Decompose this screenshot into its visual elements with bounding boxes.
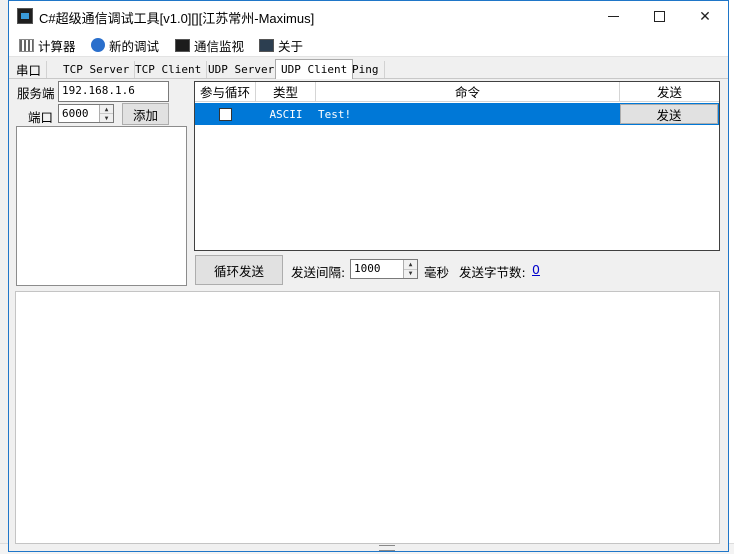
loop-send-button[interactable]: 循环发送 (195, 255, 283, 285)
close-icon: ✕ (699, 8, 711, 25)
minimize-icon (607, 16, 619, 17)
close-button[interactable]: ✕ (682, 1, 728, 32)
port-spin-buttons[interactable]: ▲ ▼ (99, 105, 113, 122)
loop-cell (195, 103, 256, 125)
tab-bar: 串口 TCP Server TCP Client UDP Server UDP … (9, 59, 728, 79)
menu-item-label: 计算器 (38, 38, 76, 54)
tab-tcp-client[interactable]: TCP Client (130, 61, 208, 78)
port-value: 6000 (62, 107, 89, 120)
menu-item-calculator[interactable]: 计算器 (19, 36, 76, 54)
interval-spin-buttons[interactable]: ▲ ▼ (403, 260, 417, 278)
port-label: 端口 (28, 110, 54, 125)
bytes-sent-value[interactable]: 0 (532, 262, 540, 277)
tab-udp-client[interactable]: UDP Client (275, 59, 354, 79)
menu-item-label: 通信监视 (194, 38, 245, 54)
server-address-input[interactable]: 192.168.1.6 (58, 81, 169, 102)
app-window: C#超级通信调试工具[v1.0][][江苏常州-Maximus] ✕ 计算器 新… (8, 0, 729, 552)
spin-down-icon[interactable]: ▼ (100, 113, 113, 122)
menu-bar: 计算器 新的调试 通信监视 关于 (9, 32, 728, 57)
column-header-send[interactable]: 发送 (620, 82, 719, 102)
tab-tcp-server[interactable]: TCP Server (58, 61, 136, 78)
interval-unit-label: 毫秒 (424, 265, 450, 280)
tab-serial[interactable]: 串口 (11, 61, 48, 78)
minimize-button[interactable] (590, 1, 636, 32)
column-header-type[interactable]: 类型 (256, 82, 316, 102)
app-icon (17, 8, 33, 24)
log-output-area[interactable] (15, 291, 720, 544)
column-header-command[interactable]: 命令 (316, 82, 620, 102)
menu-item-label: 关于 (278, 38, 304, 54)
menu-item-new-debug[interactable]: 新的调试 (91, 36, 159, 54)
info-icon (259, 38, 274, 52)
interval-label: 发送间隔: (291, 265, 346, 280)
bytes-sent-label: 发送字节数: (459, 265, 526, 280)
add-button[interactable]: 添加 (122, 103, 169, 125)
maximize-button[interactable] (636, 1, 682, 32)
column-header-loop[interactable]: 参与循环 (195, 82, 256, 102)
spin-up-icon[interactable]: ▲ (404, 260, 417, 269)
tab-ping[interactable]: Ping (347, 61, 385, 78)
monitor-icon (175, 38, 190, 52)
server-list[interactable] (16, 126, 187, 286)
tab-udp-server[interactable]: UDP Server (203, 61, 281, 78)
spin-down-icon[interactable]: ▼ (404, 268, 417, 279)
command-grid[interactable]: 参与循环 类型 命令 发送 ASCII Test! 发送 (194, 81, 720, 251)
menu-item-about[interactable]: 关于 (259, 36, 303, 54)
port-stepper[interactable]: 6000 ▲ ▼ (58, 104, 114, 123)
maximize-icon (653, 11, 665, 22)
ie-icon (91, 38, 105, 52)
server-label: 服务端 (17, 86, 55, 101)
spin-up-icon[interactable]: ▲ (100, 105, 113, 113)
window-title: C#超级通信调试工具[v1.0][][江苏常州-Maximus] (39, 11, 315, 26)
type-cell[interactable]: ASCII (256, 103, 316, 125)
menu-item-label: 新的调试 (109, 38, 160, 54)
row-send-button[interactable]: 发送 (620, 104, 718, 124)
menu-item-monitor[interactable]: 通信监视 (175, 36, 244, 54)
table-row[interactable]: ASCII Test! 发送 (195, 103, 719, 125)
calculator-icon (19, 38, 34, 52)
command-cell[interactable]: Test! (318, 103, 618, 125)
resize-grip-icon[interactable] (379, 545, 395, 551)
interval-value: 1000 (354, 262, 381, 275)
loop-checkbox[interactable] (219, 107, 232, 121)
interval-stepper[interactable]: 1000 ▲ ▼ (350, 259, 418, 279)
title-bar[interactable]: C#超级通信调试工具[v1.0][][江苏常州-Maximus] ✕ (9, 1, 728, 32)
